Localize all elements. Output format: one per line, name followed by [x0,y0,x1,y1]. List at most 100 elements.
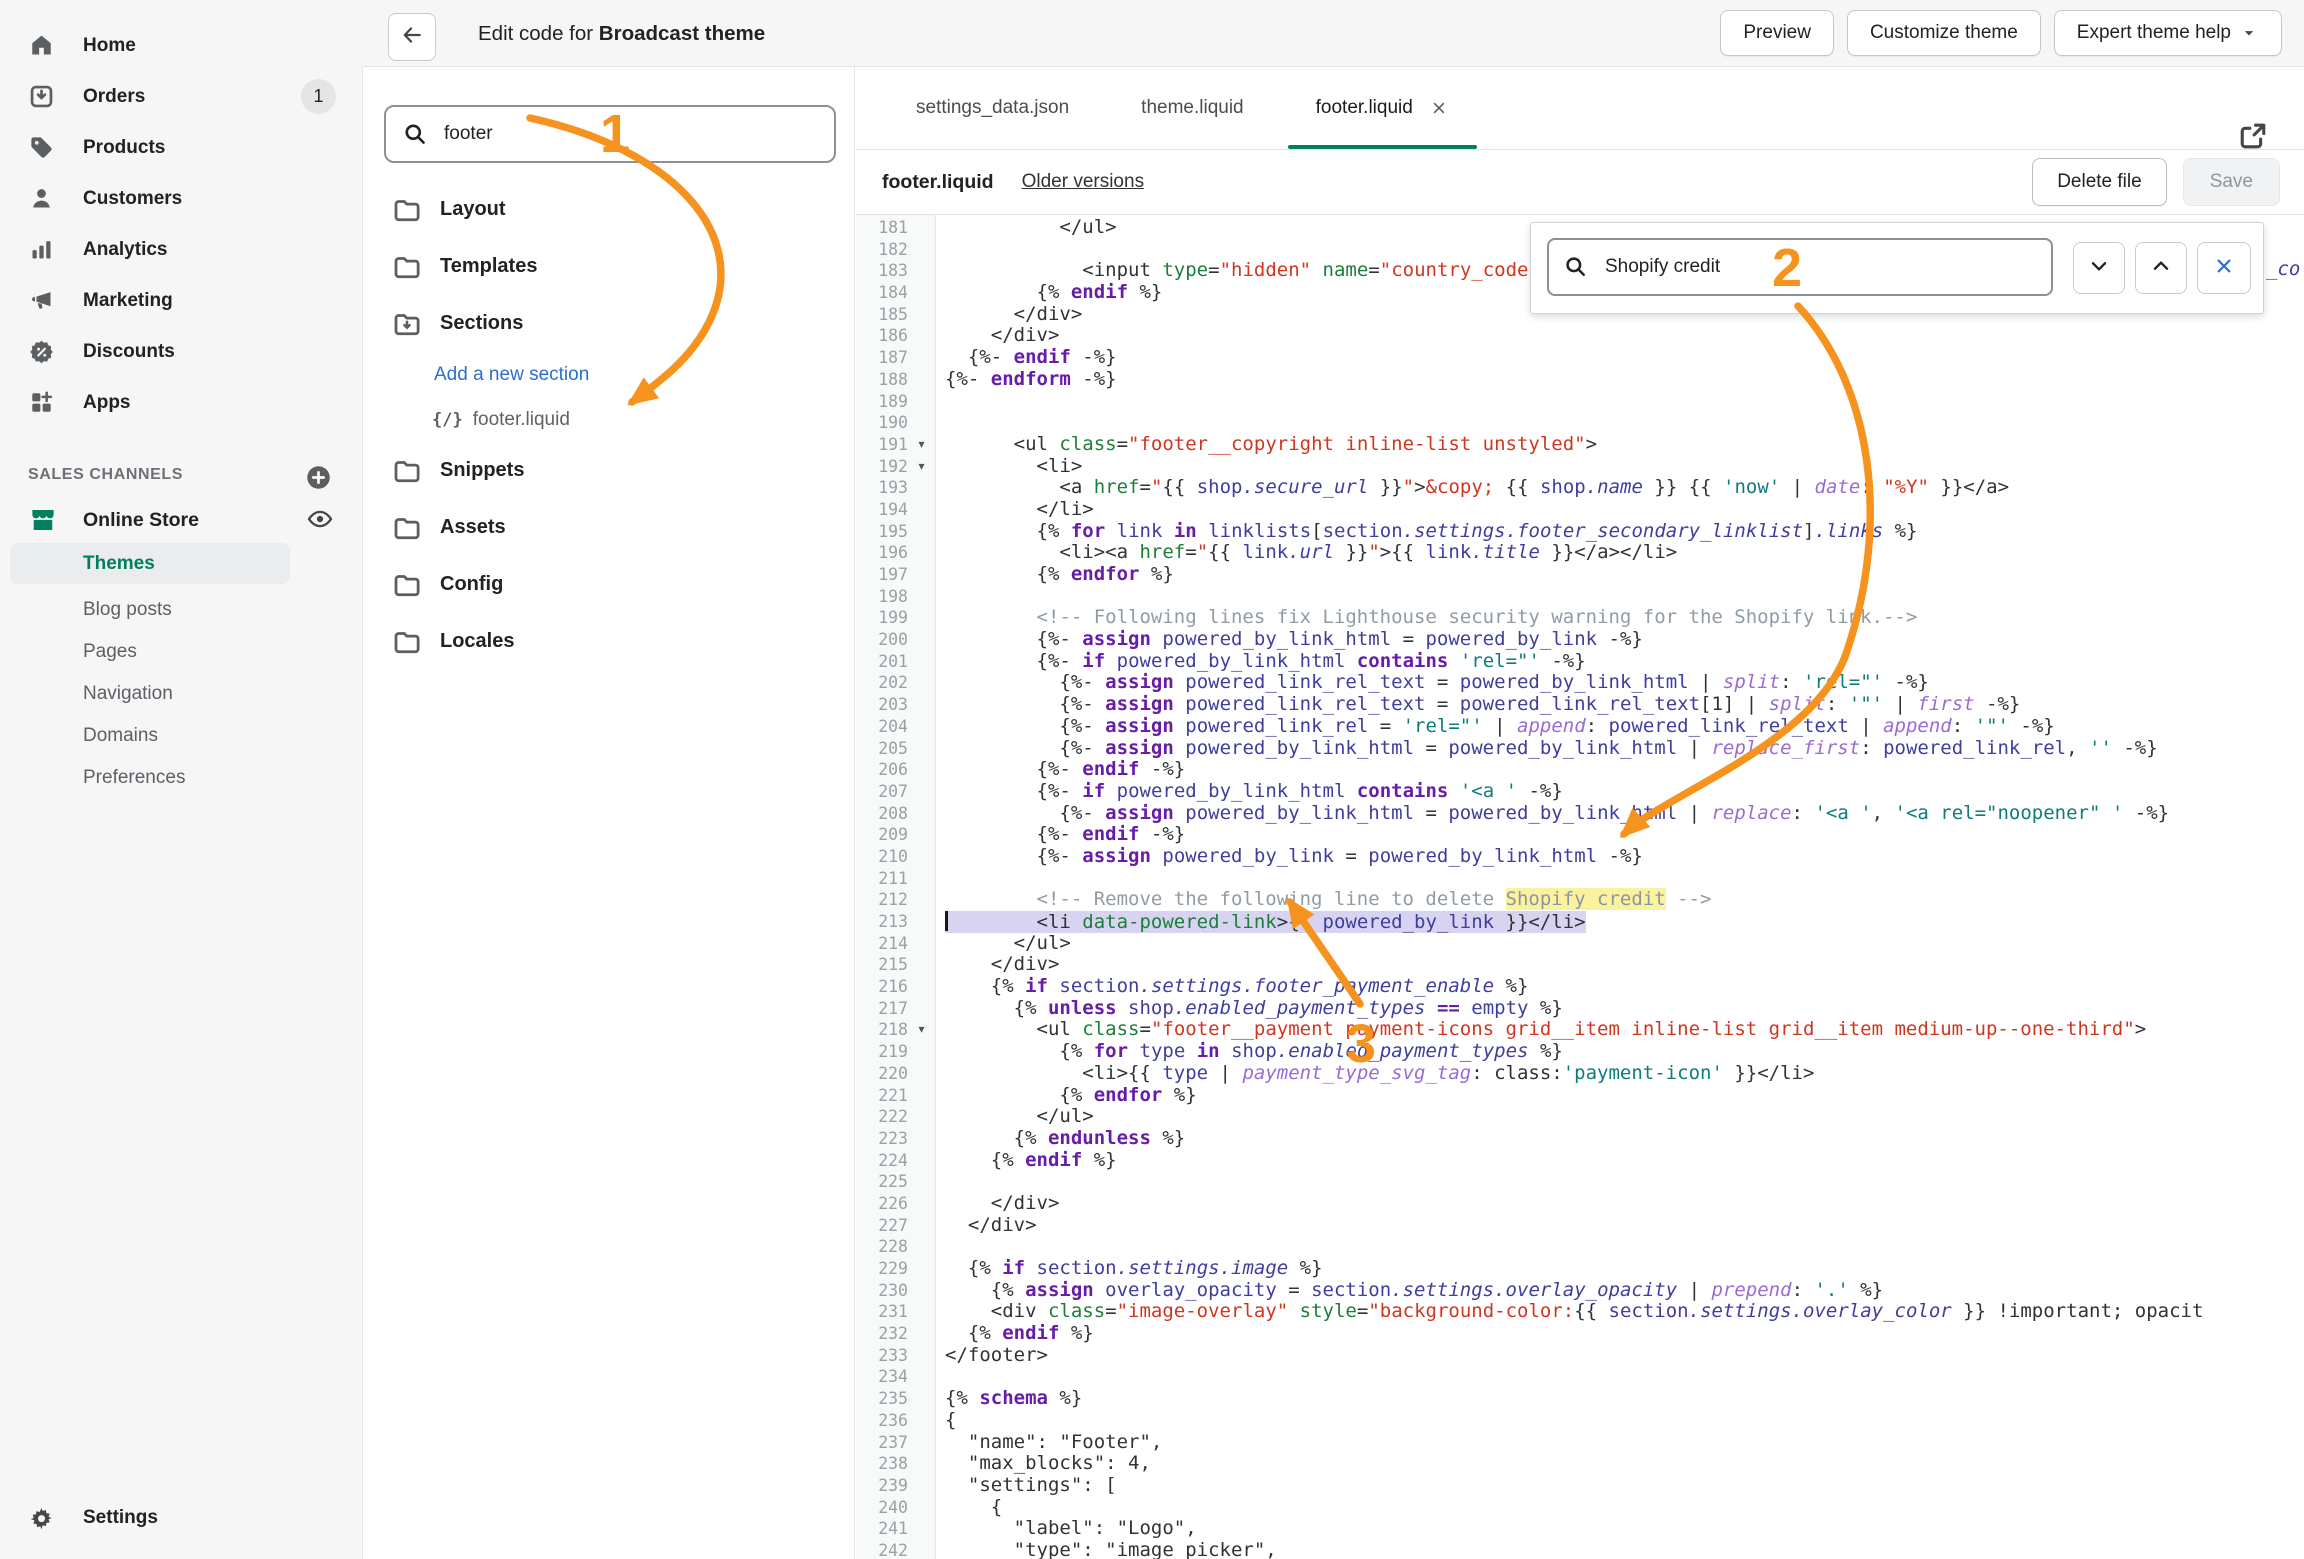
line-number[interactable]: 183 [856,260,908,282]
code-line-226[interactable]: 226 </div> [856,1193,2304,1215]
code-line-203[interactable]: 203 {%- assign powered_link_rel_text = p… [856,694,2304,716]
line-number[interactable]: 189 [856,391,908,413]
expert-theme-help-button[interactable]: Expert theme help [2054,10,2282,56]
folder-assets[interactable]: Assets [363,499,855,556]
line-number[interactable]: 190 [856,412,908,434]
sidebar-item-home[interactable]: Home [0,20,362,71]
line-number[interactable]: 217 [856,998,908,1020]
code-line-198[interactable]: 198 [856,586,2304,608]
code-line-208[interactable]: 208 {%- assign powered_by_link_html = po… [856,803,2304,825]
code-line-204[interactable]: 204 {%- assign powered_link_rel = 'rel="… [856,716,2304,738]
line-number[interactable]: 181 [856,217,908,239]
sidebar-item-pages[interactable]: Pages [0,631,362,673]
line-number[interactable]: 236 [856,1410,908,1432]
code-line-196[interactable]: 196 <li><a href="{{ link.url }}">{{ link… [856,542,2304,564]
close-tab-icon[interactable] [1429,98,1449,118]
code-line-237[interactable]: 237 "name": "Footer", [856,1432,2304,1454]
folder-sections[interactable]: Sections [363,295,855,352]
line-number[interactable]: 191 [856,434,908,456]
line-number[interactable]: 215 [856,954,908,976]
code-line-194[interactable]: 194 </li> [856,499,2304,521]
line-number[interactable]: 240 [856,1497,908,1519]
line-number[interactable]: 205 [856,738,908,760]
code-line-223[interactable]: 223 {% endunless %} [856,1128,2304,1150]
code-line-199[interactable]: 199 <!-- Following lines fix Lighthouse … [856,607,2304,629]
line-number[interactable]: 216 [856,976,908,998]
line-number[interactable]: 202 [856,672,908,694]
line-number[interactable]: 235 [856,1388,908,1410]
code-line-224[interactable]: 224 {% endif %} [856,1150,2304,1172]
line-number[interactable]: 223 [856,1128,908,1150]
preview-button[interactable]: Preview [1720,10,1834,56]
code-line-195[interactable]: 195 {% for link in linklists[section.set… [856,521,2304,543]
sidebar-item-blog-posts[interactable]: Blog posts [0,589,362,631]
line-number[interactable]: 238 [856,1453,908,1475]
line-number[interactable]: 231 [856,1301,908,1323]
code-line-188[interactable]: 188{%- endform -%} [856,369,2304,391]
save-button[interactable]: Save [2183,158,2280,206]
line-number[interactable]: 185 [856,304,908,326]
sidebar-item-marketing[interactable]: Marketing [0,275,362,326]
line-number[interactable]: 194 [856,499,908,521]
code-line-241[interactable]: 241 "label": "Logo", [856,1518,2304,1540]
sidebar-item-apps[interactable]: Apps [0,377,362,428]
line-number[interactable]: 227 [856,1215,908,1237]
code-line-228[interactable]: 228 [856,1236,2304,1258]
code-line-190[interactable]: 190 [856,412,2304,434]
find-previous-button[interactable] [2135,242,2187,294]
line-number[interactable]: 200 [856,629,908,651]
line-number[interactable]: 187 [856,347,908,369]
find-input[interactable] [1547,238,2053,296]
sidebar-item-settings[interactable]: Settings [0,1495,362,1541]
code-line-200[interactable]: 200 {%- assign powered_by_link_html = po… [856,629,2304,651]
line-number[interactable]: 242 [856,1540,908,1559]
sidebar-item-domains[interactable]: Domains [0,715,362,757]
code-line-202[interactable]: 202 {%- assign powered_link_rel_text = p… [856,672,2304,694]
sidebar-item-customers[interactable]: Customers [0,173,362,224]
folder-config[interactable]: Config [363,556,855,613]
sidebar-item-preferences[interactable]: Preferences [0,757,362,799]
code-line-240[interactable]: 240 { [856,1497,2304,1519]
file-search-input[interactable] [384,105,836,163]
code-line-191[interactable]: 191▾ <ul class="footer__copyright inline… [856,434,2304,456]
line-number[interactable]: 188 [856,369,908,391]
code-line-217[interactable]: 217 {% unless shop.enabled_payment_types… [856,998,2304,1020]
sidebar-item-discounts[interactable]: Discounts [0,326,362,377]
fold-toggle-icon[interactable]: ▾ [908,1019,935,1041]
line-number[interactable]: 182 [856,239,908,261]
tab-footer-liquid[interactable]: footer.liquid [1280,66,1485,149]
code-line-238[interactable]: 238 "max_blocks": 4, [856,1453,2304,1475]
code-line-219[interactable]: 219 {% for type in shop.enabled_payment_… [856,1041,2304,1063]
add-sales-channel-button[interactable] [305,464,332,491]
line-number[interactable]: 225 [856,1171,908,1193]
code-line-233[interactable]: 233</footer> [856,1345,2304,1367]
sidebar-item-themes[interactable]: Themes [10,543,290,584]
line-number[interactable]: 210 [856,846,908,868]
line-number[interactable]: 193 [856,477,908,499]
line-number[interactable]: 237 [856,1432,908,1454]
line-number[interactable]: 209 [856,824,908,846]
delete-file-button[interactable]: Delete file [2032,158,2167,206]
line-number[interactable]: 229 [856,1258,908,1280]
line-number[interactable]: 211 [856,868,908,890]
code-line-187[interactable]: 187 {%- endif -%} [856,347,2304,369]
code-line-215[interactable]: 215 </div> [856,954,2304,976]
line-number[interactable]: 198 [856,586,908,608]
tab-theme-liquid[interactable]: theme.liquid [1105,66,1279,149]
line-number[interactable]: 214 [856,933,908,955]
fold-toggle-icon[interactable]: ▾ [908,456,935,478]
view-store-eye-icon[interactable] [306,505,334,533]
line-number[interactable]: 203 [856,694,908,716]
code-line-239[interactable]: 239 "settings": [ [856,1475,2304,1497]
line-number[interactable]: 201 [856,651,908,673]
file-footer-liquid[interactable]: {/}footer.liquid [363,397,855,442]
code-line-216[interactable]: 216 {% if section.settings.footer_paymen… [856,976,2304,998]
line-number[interactable]: 186 [856,325,908,347]
line-number[interactable]: 224 [856,1150,908,1172]
code-area[interactable]: 181 </ul>182183 <input type="hidden" nam… [856,215,2304,1559]
line-number[interactable]: 230 [856,1280,908,1302]
customize-theme-button[interactable]: Customize theme [1847,10,2041,56]
sidebar-item-orders[interactable]: Orders1 [0,71,362,122]
line-number[interactable]: 218 [856,1019,908,1041]
line-number[interactable]: 197 [856,564,908,586]
